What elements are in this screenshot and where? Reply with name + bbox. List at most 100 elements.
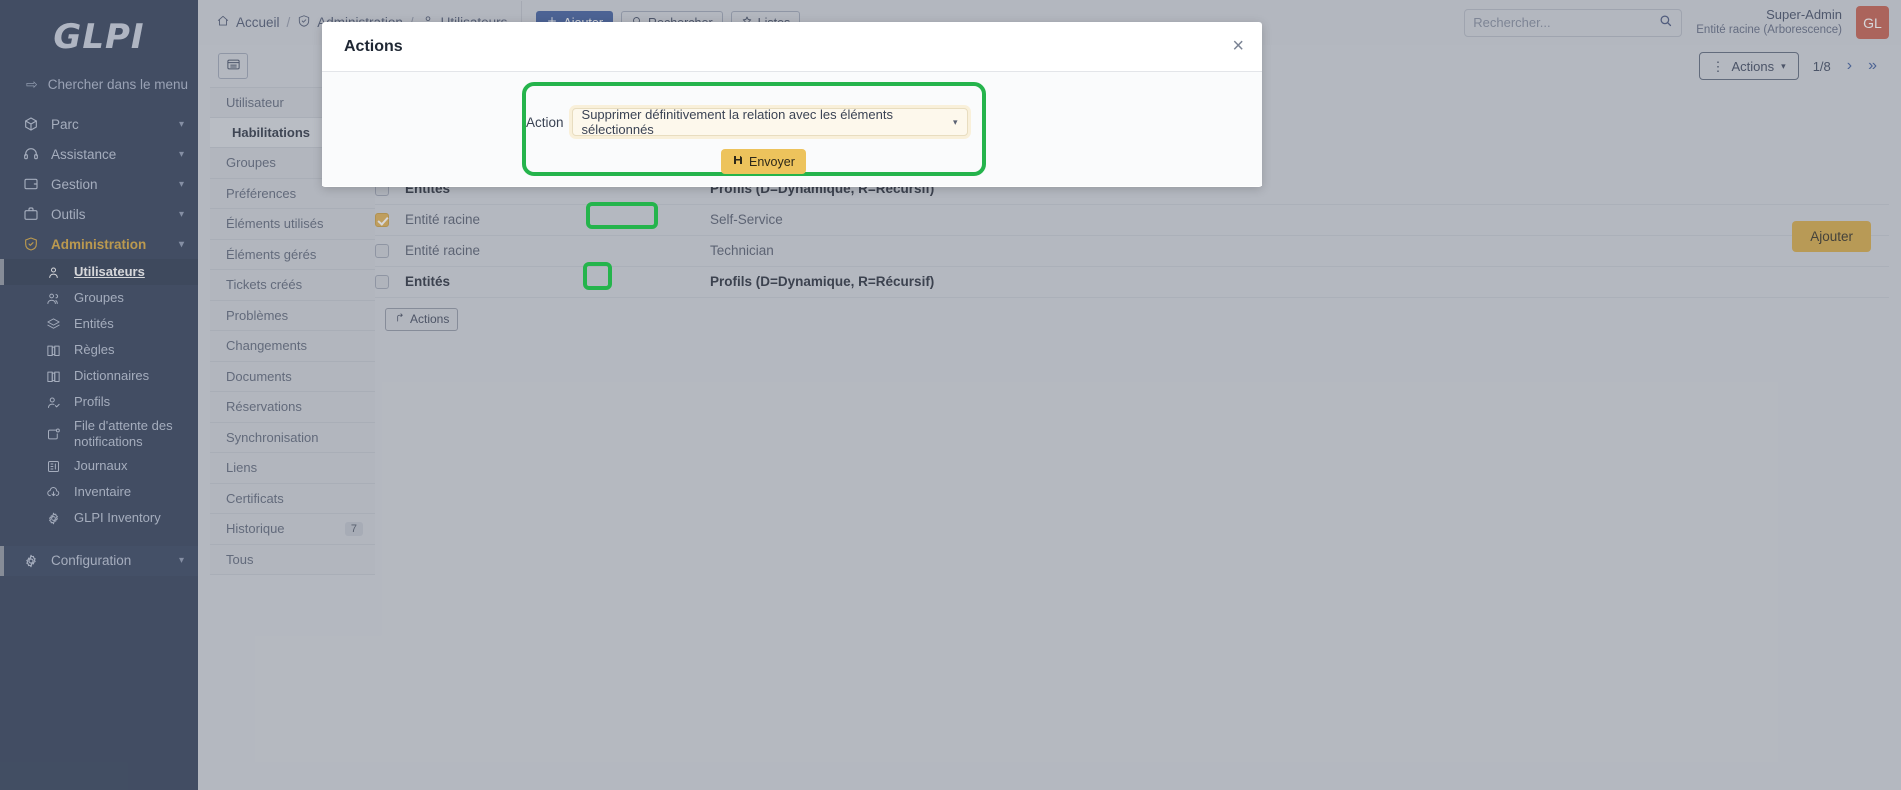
- user-name: Super-Admin: [1696, 7, 1842, 23]
- glpi-logo[interactable]: GLPI: [0, 0, 198, 68]
- sidebar-item-outils[interactable]: Outils ▾: [0, 199, 198, 229]
- sidebar-item-parc[interactable]: Parc ▾: [0, 109, 198, 139]
- wallet-icon: [22, 176, 39, 193]
- sidebar-footer: [0, 762, 198, 790]
- action-select[interactable]: Supprimer définitivement la relation ave…: [572, 108, 968, 136]
- sidebar-item-label: Règles: [74, 342, 114, 358]
- chevron-down-icon: ▾: [179, 209, 184, 220]
- cell-profile: Self-Service: [710, 204, 1889, 235]
- avatar[interactable]: GL: [1856, 6, 1889, 39]
- sidebar-item-gestion[interactable]: Gestion ▾: [0, 169, 198, 199]
- sidebar-item-profils[interactable]: Profils: [0, 389, 198, 415]
- tab-reservations[interactable]: Réservations: [210, 392, 375, 423]
- sidebar-item-groupes[interactable]: Groupes: [0, 285, 198, 311]
- menu-search[interactable]: ⇨ Chercher dans le menu: [0, 68, 198, 109]
- bell-queue-icon: [45, 426, 62, 443]
- sidebar-item-glpi-inventory[interactable]: GLPI Inventory: [0, 506, 198, 532]
- chevron-down-icon: ▾: [953, 117, 958, 128]
- tab-documents[interactable]: Documents: [210, 362, 375, 393]
- row-checkbox[interactable]: [375, 213, 389, 227]
- layers-icon: [45, 316, 62, 333]
- tab-label: Changements: [226, 338, 307, 353]
- tab-label: Tous: [226, 552, 253, 567]
- close-icon[interactable]: ×: [1232, 36, 1244, 56]
- action-field-row: Action Supprimer définitivement la relat…: [526, 108, 968, 136]
- habilitations-panel: Actions Entités Profils (D=Dynamique, R=…: [375, 87, 1889, 787]
- shield-icon: [22, 236, 39, 253]
- tab-elements-geres[interactable]: Éléments gérés: [210, 240, 375, 271]
- sidebar-item-label: Entités: [74, 316, 114, 332]
- gear-icon: [45, 510, 62, 527]
- tab-changements[interactable]: Changements: [210, 331, 375, 362]
- corner-arrow-up-icon: [394, 312, 405, 326]
- tab-liens[interactable]: Liens: [210, 453, 375, 484]
- row-checkbox-cell[interactable]: [375, 235, 405, 266]
- list-view-button[interactable]: [218, 53, 248, 79]
- sidebar-item-configuration[interactable]: Configuration ▾: [0, 546, 198, 576]
- action-select-value: Supprimer définitivement la relation ave…: [582, 107, 953, 137]
- row-checkbox-cell[interactable]: [375, 204, 405, 235]
- tab-problemes[interactable]: Problèmes: [210, 301, 375, 332]
- tab-label: Éléments gérés: [226, 247, 316, 262]
- tab-label: Tickets créés: [226, 277, 302, 292]
- sidebar-item-utilisateurs[interactable]: Utilisateurs: [0, 259, 198, 285]
- panel-actions-button-bottom[interactable]: Actions: [385, 308, 458, 331]
- tab-elements-utilises[interactable]: Éléments utilisés: [210, 209, 375, 240]
- pager: 1/8 › »: [1813, 57, 1877, 75]
- tab-label: Réservations: [226, 399, 302, 414]
- actions-dropdown[interactable]: ⋮ Actions ▾: [1699, 52, 1799, 80]
- sidebar-item-regles[interactable]: Règles: [0, 337, 198, 363]
- sidebar-item-entites[interactable]: Entités: [0, 311, 198, 337]
- tab-label: Certificats: [226, 491, 284, 506]
- sidebar-nav: Parc ▾ Assistance ▾ Gestion ▾ Outils ▾ A…: [0, 109, 198, 576]
- users-icon: [45, 290, 62, 307]
- chevron-down-icon: ▾: [179, 179, 184, 190]
- topbar-right: Super-Admin Entité racine (Arborescence)…: [1464, 6, 1889, 39]
- tab-synchronisation[interactable]: Synchronisation: [210, 423, 375, 454]
- cloud-download-icon: [45, 484, 62, 501]
- chevron-down-icon: ▾: [179, 555, 184, 566]
- tab-label: Préférences: [226, 186, 296, 201]
- tab-tickets-crees[interactable]: Tickets créés: [210, 270, 375, 301]
- user-info[interactable]: Super-Admin Entité racine (Arborescence): [1696, 7, 1842, 38]
- breadcrumb-item-accueil[interactable]: Accueil: [216, 14, 280, 31]
- sidebar-item-label: Groupes: [74, 290, 124, 306]
- search-icon[interactable]: [1658, 13, 1673, 33]
- tab-label: Historique: [226, 521, 285, 536]
- sidebar-item-file-attente-notifications[interactable]: File d'attente des notifications: [0, 415, 198, 454]
- search-input[interactable]: [1473, 15, 1658, 30]
- last-page-icon[interactable]: »: [1868, 57, 1877, 75]
- save-icon: [732, 154, 744, 169]
- sidebar-item-assistance[interactable]: Assistance ▾: [0, 139, 198, 169]
- sidebar-item-label: File d'attente des notifications: [74, 418, 188, 451]
- next-page-icon[interactable]: ›: [1847, 57, 1852, 75]
- tab-historique[interactable]: Historique 7: [210, 514, 375, 545]
- sidebar-item-dictionnaires[interactable]: Dictionnaires: [0, 363, 198, 389]
- tab-certificats[interactable]: Certificats: [210, 484, 375, 515]
- sidebar-item-label: Outils: [51, 207, 86, 222]
- footer-strip: [198, 772, 1901, 790]
- row-checkbox[interactable]: [375, 244, 389, 258]
- global-search[interactable]: [1464, 9, 1682, 37]
- sidebar-item-label: Profils: [74, 394, 110, 410]
- sidebar-item-inventaire[interactable]: Inventaire: [0, 480, 198, 506]
- sidebar-item-journaux[interactable]: Journaux: [0, 454, 198, 480]
- add-habilitation-button[interactable]: Ajouter: [1792, 221, 1871, 252]
- tab-badge: 7: [345, 522, 363, 536]
- sidebar-item-label: Inventaire: [74, 484, 131, 500]
- submit-button[interactable]: Envoyer: [721, 149, 806, 174]
- gear-icon: [22, 552, 39, 569]
- select-all-checkbox-bottom[interactable]: [375, 275, 389, 289]
- table-row: Entité racine Technician: [375, 235, 1889, 266]
- sidebar-item-administration[interactable]: Administration ▾: [0, 229, 198, 259]
- panel-actions-label: Actions: [410, 312, 449, 326]
- sidebar-item-label: Gestion: [51, 177, 98, 192]
- modal-header: Actions ×: [322, 22, 1262, 72]
- arrow-right-icon: ⇨: [26, 76, 38, 93]
- actions-modal: Actions × Action Supprimer définitivemen…: [322, 22, 1262, 187]
- dots-vertical-icon: ⋮: [1712, 60, 1725, 73]
- row-checkbox-cell[interactable]: [375, 266, 405, 297]
- list-icon: [226, 57, 241, 75]
- modal-body: Action Supprimer définitivement la relat…: [322, 72, 1262, 186]
- tab-tous[interactable]: Tous: [210, 545, 375, 576]
